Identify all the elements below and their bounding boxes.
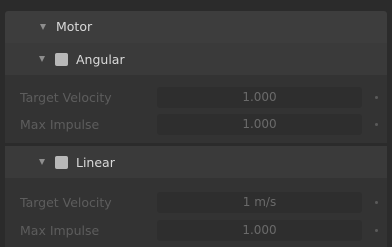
keyframe-dot-icon[interactable] xyxy=(375,96,378,99)
physics-motor-panel: Motor Angular Target Velocity 1.000 Max … xyxy=(0,0,392,247)
angular-title: Angular xyxy=(76,52,125,67)
linear-max-impulse-label: Max Impulse xyxy=(20,223,100,238)
motor-panel-header[interactable]: Motor xyxy=(5,11,387,43)
angular-enable-checkbox[interactable] xyxy=(55,53,68,66)
keyframe-dot-icon[interactable] xyxy=(375,229,378,232)
keyframe-dot-icon[interactable] xyxy=(375,201,378,204)
disclosure-triangle-down-icon[interactable] xyxy=(39,56,45,62)
angular-max-impulse-field[interactable]: 1.000 xyxy=(157,114,362,135)
motor-title: Motor xyxy=(56,19,93,34)
linear-subpanel-header[interactable]: Linear xyxy=(5,146,387,178)
linear-target-velocity-label: Target Velocity xyxy=(20,195,112,210)
disclosure-triangle-down-icon[interactable] xyxy=(40,24,46,30)
angular-max-impulse-label: Max Impulse xyxy=(20,117,100,132)
keyframe-dot-icon[interactable] xyxy=(375,123,378,126)
linear-title: Linear xyxy=(76,155,115,170)
linear-enable-checkbox[interactable] xyxy=(55,156,68,169)
disclosure-triangle-down-icon[interactable] xyxy=(39,159,45,165)
angular-subpanel-header[interactable]: Angular xyxy=(5,43,387,75)
angular-target-velocity-field[interactable]: 1.000 xyxy=(157,87,362,108)
linear-target-velocity-field[interactable]: 1 m/s xyxy=(157,192,362,213)
linear-max-impulse-field[interactable]: 1.000 xyxy=(157,220,362,241)
angular-target-velocity-label: Target Velocity xyxy=(20,90,112,105)
